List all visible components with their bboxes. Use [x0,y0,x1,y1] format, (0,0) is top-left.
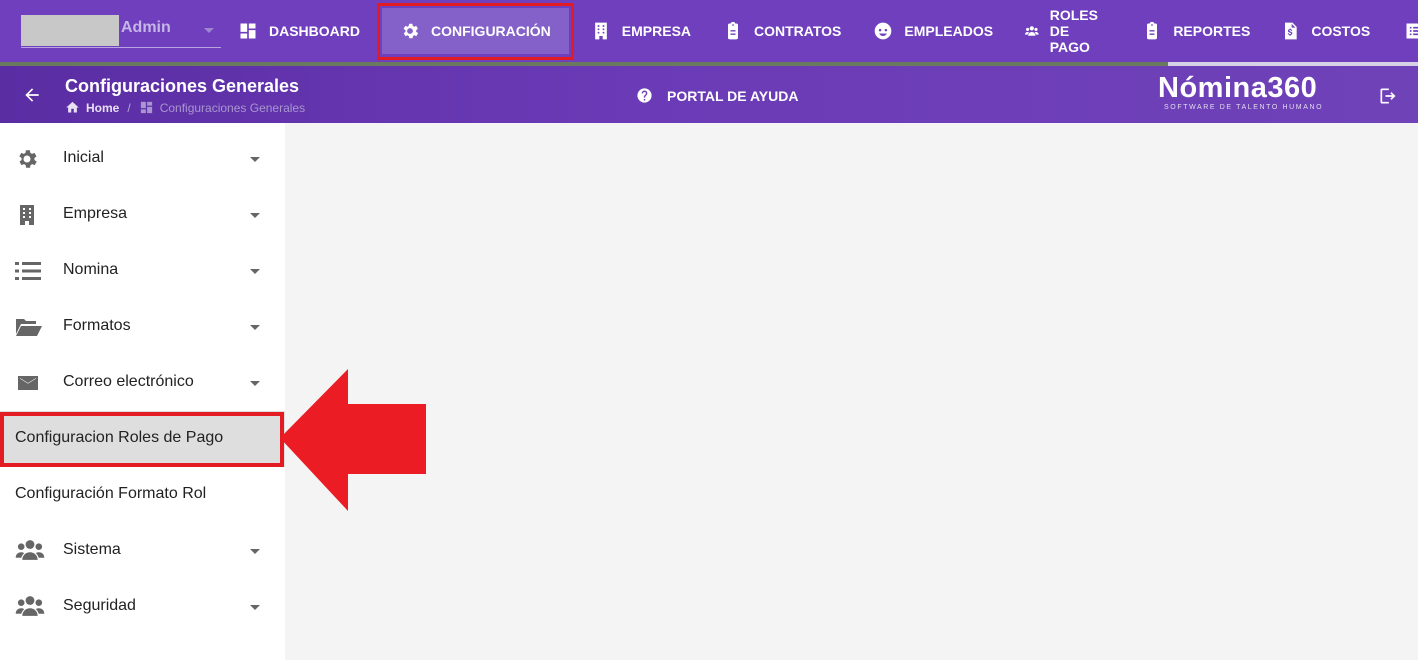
sidebar-item-configuracion-formato-rol[interactable]: Configuración Formato Rol [0,467,285,523]
face-icon [875,22,892,40]
logout-icon [1380,88,1396,104]
sidebar-item-label: Seguridad [63,597,136,614]
gear-icon [15,147,41,171]
nav-label: COSTOS [1311,23,1371,39]
sidebar-item-label: Empresa [63,205,128,222]
gear-icon [403,23,419,39]
nav-dashboard[interactable]: DASHBOARD [228,0,370,62]
logo-text: Nómina360 [1158,72,1318,104]
clipboard-icon [728,21,739,40]
sidebar-item-label: Correo electrónico [63,373,194,390]
nav-contratos[interactable]: CONTRATOS [713,0,851,62]
users-icon [15,539,45,563]
sidebar-item-configuracion-roles-de-pago[interactable]: Configuracion Roles de Pago [0,411,285,467]
chevron-down-icon [250,157,260,162]
page-title: Configuraciones Generales [65,76,300,96]
breadcrumb-home[interactable]: Home [86,101,119,115]
help-label: PORTAL DE AYUDA [667,87,799,104]
building-icon [594,22,607,40]
home-icon [66,101,79,113]
chevron-down-icon [250,381,260,386]
folder-open-icon [15,315,42,339]
nav-reportes[interactable]: REPORTES [1132,0,1260,62]
sidebar-item-label: Configuracion Roles de Pago [15,429,224,446]
nav-label: REPORTES [1173,23,1251,39]
sidebar-item-label: Nomina [63,261,119,278]
user-name: Admin [121,19,171,36]
users-icon [1025,26,1039,36]
chevron-down-icon [250,605,260,610]
chevron-down-icon [250,325,260,330]
sidebar-item-label: Configuración Formato Rol [15,485,207,502]
sidebar-item-empresa[interactable]: Empresa [0,187,285,243]
users-icon [15,595,45,619]
sidebar-item-label: Sistema [63,541,121,558]
sidebar-item-label: Formatos [63,317,131,334]
sidebar-item-sistema[interactable]: Sistema [0,523,285,579]
nav-label: DASHBOARD [269,23,360,39]
sidebar-item-label: Inicial [63,149,104,166]
logo-tagline: SOFTWARE DE TALENTO HUMANO [1164,104,1324,111]
invoice-icon [1285,22,1297,40]
breadcrumb-current: Configuraciones Generales [139,100,305,115]
back-button[interactable] [22,85,42,105]
nav-costos[interactable]: COSTOS [1270,0,1380,62]
sidebar-item-formatos[interactable]: Formatos [0,299,285,355]
sidebar-item-inicial[interactable]: Inicial [0,131,285,187]
nav-empresa[interactable]: EMPRESA [581,0,701,62]
avatar [21,15,119,46]
top-navbar: Admin DASHBOARD CONFIGURACIÓN EMPRESA CO… [0,0,1418,62]
main-nav: DASHBOARD CONFIGURACIÓN EMPRESA CONTRATO… [228,0,1418,62]
sidebar-item-correo[interactable]: Correo electrónico [0,355,285,411]
user-select[interactable]: Admin [21,15,221,48]
nav-label: CONTRATOS [754,23,842,39]
clipboard-icon [1147,21,1158,40]
nav-label: CONFIGURACIÓN [431,23,551,39]
sidebar-item-seguridad[interactable]: Seguridad [0,579,285,635]
nav-label: EMPLEADOS [904,23,994,39]
dashboard-icon [240,23,256,39]
list-box-icon [1406,23,1418,39]
callout-arrow-icon [280,369,426,511]
nav-empleados[interactable]: EMPLEADOS [863,0,1003,62]
sidebar-item-nomina[interactable]: Nomina [0,243,285,299]
nav-label: ROLES DE PAGO [1049,7,1098,55]
breadcrumb-separator: / [127,100,131,115]
page-header: Configuraciones Generales Home / Configu… [0,66,1418,123]
breadcrumb-current-label: Configuraciones Generales [159,100,306,115]
help-portal-link[interactable]: PORTAL DE AYUDA [636,87,798,104]
chevron-down-icon [250,213,260,218]
main-content [285,123,1418,660]
nav-configuracion[interactable]: CONFIGURACIÓN [377,0,574,62]
chevron-down-icon [250,269,260,274]
mail-icon [15,371,41,395]
breadcrumb: Home / Configuraciones Generales [65,100,305,115]
list-icon [15,259,41,283]
sidebar: Inicial Empresa Nomina Formatos Correo e… [0,123,285,660]
building-icon [15,203,41,227]
chevron-down-icon [204,28,214,33]
nav-more[interactable] [1394,0,1418,62]
dashboard-icon [140,101,152,114]
nav-roles-de-pago[interactable]: ROLES DE PAGO [1015,0,1120,62]
nav-label: EMPRESA [621,23,692,39]
logo: Nómina360 SOFTWARE DE TALENTO HUMANO [1158,72,1343,111]
chevron-down-icon [250,549,260,554]
arrow-left-icon [25,88,39,102]
logout-button[interactable] [1378,86,1398,106]
help-icon [637,88,652,103]
